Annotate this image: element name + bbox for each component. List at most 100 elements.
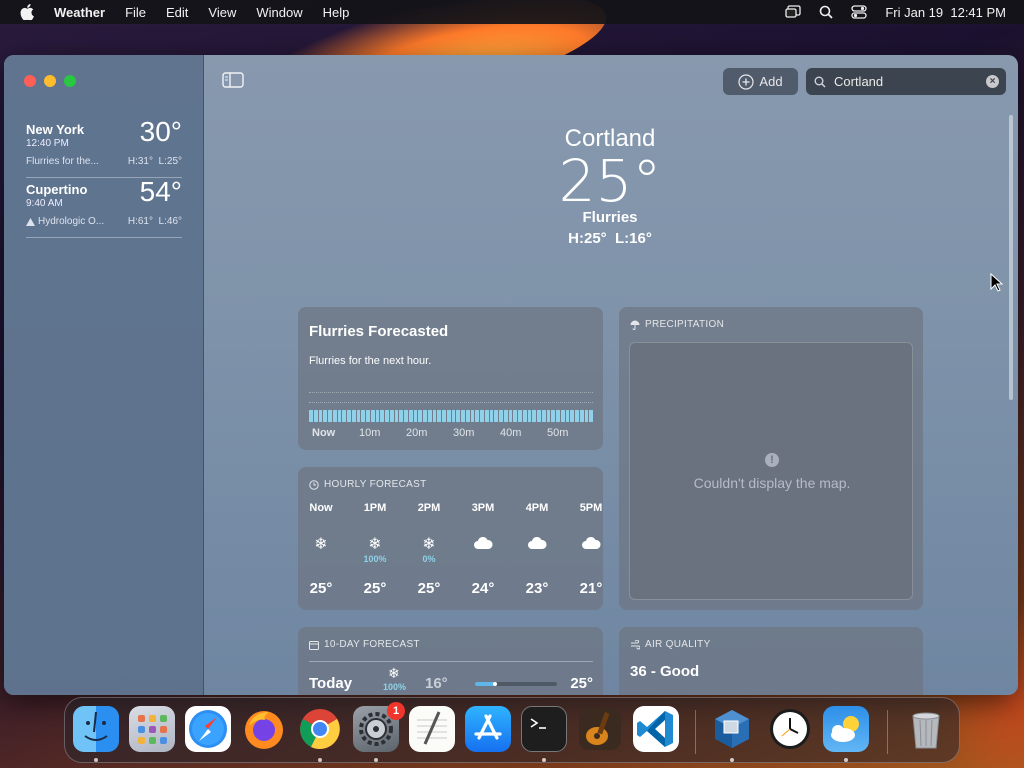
precip-bar <box>527 410 532 422</box>
menu-clock[interactable]: Fri Jan 19 12:41 PM <box>885 5 1006 20</box>
precip-chance: 0% <box>422 554 436 564</box>
search-input[interactable] <box>834 74 974 89</box>
precipitation-map[interactable]: ! Couldn't display the map. <box>629 342 913 600</box>
hourly-forecast-card: HOURLY FORECAST Now ❄ 25° 1PM ❄ 100% 25° 2PM ❄ 0%… <box>298 467 603 610</box>
menu-view[interactable]: View <box>208 5 236 20</box>
safari-icon[interactable] <box>185 706 231 752</box>
ten-day-header-label: 10-DAY FORECAST <box>324 639 420 650</box>
add-button[interactable]: Add <box>723 68 798 95</box>
vscode-icon[interactable] <box>633 706 679 752</box>
weather-app-icon[interactable] <box>823 706 869 752</box>
precip-bar <box>480 410 484 422</box>
hour-temp: 25° <box>309 580 333 597</box>
trash-icon[interactable] <box>903 706 949 752</box>
garageband-icon[interactable] <box>577 706 623 752</box>
close-button[interactable] <box>24 75 36 87</box>
hour-temp: 25° <box>417 580 441 597</box>
snowflake-icon: ❄ <box>388 665 400 681</box>
precip-bar <box>579 410 584 422</box>
location-hilo: H:61° L:46° <box>127 216 182 227</box>
hour-temp: 24° <box>471 580 495 597</box>
hour-temp: 21° <box>579 580 603 597</box>
precip-bar <box>451 410 456 422</box>
apple-menu-icon[interactable] <box>20 4 34 20</box>
air-quality-card: AIR QUALITY 36 - Good <box>619 627 923 695</box>
flurries-forecast-card: Flurries Forecasted Flurries for the nex… <box>298 307 603 450</box>
sidebar-toggle-icon[interactable] <box>222 72 244 88</box>
menu-app-name[interactable]: Weather <box>54 5 105 20</box>
menu-window[interactable]: Window <box>256 5 302 20</box>
chrome-icon[interactable] <box>297 706 343 752</box>
zoom-button[interactable] <box>64 75 76 87</box>
precip-bar <box>565 410 570 422</box>
axis-label: 10m <box>359 427 381 439</box>
high-temp: 25° <box>570 675 593 692</box>
divider <box>309 661 593 662</box>
control-center-icon[interactable] <box>851 5 867 19</box>
location-time: 9:40 AM <box>26 198 63 209</box>
precip-bar <box>437 410 441 422</box>
launchpad-icon[interactable] <box>129 706 175 752</box>
cloud-icon <box>571 536 611 554</box>
sidebar-item-cupertino[interactable]: Cupertino 9:40 AM 54° Hydrologic O... H:… <box>26 176 182 238</box>
precip-bar <box>432 410 437 422</box>
precip-bar <box>442 410 446 422</box>
snowflake-icon: ❄ <box>314 536 328 553</box>
scrollbar[interactable] <box>1009 115 1013 400</box>
virtualbox-icon[interactable] <box>709 706 755 752</box>
running-indicator <box>94 758 98 762</box>
info-icon: ! <box>765 453 779 467</box>
chart-gridline <box>309 402 593 403</box>
firefox-icon[interactable] <box>241 706 287 752</box>
precip-bar <box>423 410 427 422</box>
hour-temp: 23° <box>525 580 549 597</box>
location-temp: 30° <box>139 116 182 147</box>
cloud-icon <box>517 536 557 554</box>
hour-label: 1PM <box>363 502 387 514</box>
spotlight-search-icon[interactable] <box>819 5 833 19</box>
terminal-icon[interactable] <box>521 706 567 752</box>
finder-icon[interactable] <box>73 706 119 752</box>
precip-bar <box>394 410 399 422</box>
precip-bar <box>475 410 479 422</box>
precip-bar <box>375 410 380 422</box>
precip-bar <box>537 410 541 422</box>
axis-label: 40m <box>500 427 522 439</box>
menu-edit[interactable]: Edit <box>166 5 188 20</box>
clock-app-icon[interactable] <box>767 706 813 752</box>
search-field[interactable]: × <box>806 68 1006 95</box>
precip-chance <box>517 554 557 564</box>
app-store-icon[interactable] <box>465 706 511 752</box>
precip-bar <box>366 410 370 422</box>
system-settings-icon[interactable]: 1 <box>353 702 405 752</box>
umbrella-icon <box>630 320 640 330</box>
dock: 1 <box>64 697 960 763</box>
clear-search-icon[interactable]: × <box>986 75 999 88</box>
air-quality-header-label: AIR QUALITY <box>645 639 711 650</box>
precip-bar <box>503 410 508 422</box>
precip-bar <box>418 410 422 422</box>
flurries-title: Flurries Forecasted <box>309 323 449 340</box>
precip-bar <box>499 410 503 422</box>
minimize-button[interactable] <box>44 75 56 87</box>
menu-file[interactable]: File <box>125 5 146 20</box>
air-quality-header: AIR QUALITY <box>630 639 711 650</box>
precip-bar <box>370 410 375 422</box>
location-name: Cupertino <box>26 182 88 197</box>
precip-bar <box>323 410 327 422</box>
mouse-cursor-icon <box>990 273 1004 292</box>
precip-bar <box>546 410 551 422</box>
sidebar-item-new-york[interactable]: New York 12:40 PM 30° Flurries for the..… <box>26 116 182 178</box>
running-indicator <box>374 758 378 762</box>
precipitation-bars <box>309 410 593 422</box>
textedit-icon[interactable] <box>409 706 455 752</box>
precip-bar <box>427 410 432 422</box>
screen-mirroring-icon[interactable] <box>785 5 801 19</box>
precip-bar <box>560 410 565 422</box>
precip-chance <box>571 554 611 564</box>
precip-bar <box>494 410 498 422</box>
precip-bar <box>399 410 403 422</box>
snowflake-icon: ❄ <box>368 536 382 553</box>
precip-bar <box>361 410 365 422</box>
menu-help[interactable]: Help <box>323 5 350 20</box>
